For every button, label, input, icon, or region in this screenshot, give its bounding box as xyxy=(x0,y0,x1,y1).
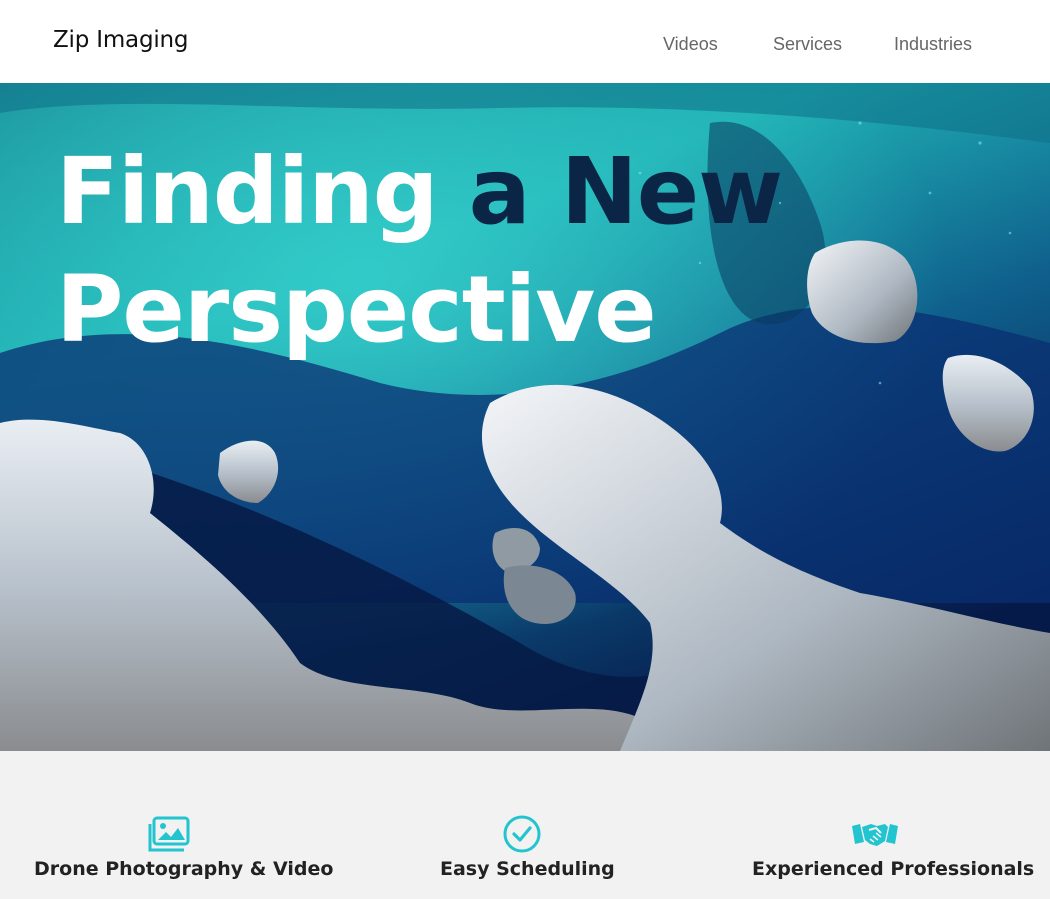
feature-experienced-professionals: Experienced Professionals xyxy=(752,814,1035,880)
feature-label: Experienced Professionals xyxy=(752,858,1035,880)
feature-label: Easy Scheduling xyxy=(440,858,615,880)
features-strip: Drone Photography & Video Easy Schedulin… xyxy=(0,751,1050,899)
hero-headline: Finding a New Perspective xyxy=(56,133,783,369)
headline-a-new: a New xyxy=(468,138,783,245)
check-circle-icon xyxy=(503,815,541,853)
nav-link-services[interactable]: Services xyxy=(773,34,842,55)
nav-link-videos[interactable]: Videos xyxy=(663,34,718,55)
headline-perspective: Perspective xyxy=(56,256,657,363)
feature-label: Drone Photography & Video xyxy=(34,858,334,880)
headline-finding: Finding xyxy=(56,138,439,245)
site-header: Zip Imaging Videos Services Industries xyxy=(0,0,1050,83)
handshake-icon xyxy=(852,824,898,846)
feature-drone-photography: Drone Photography & Video xyxy=(34,814,334,880)
hero-banner: Finding a New Perspective xyxy=(0,83,1050,751)
brand-logo-link[interactable]: Zip Imaging xyxy=(53,27,189,53)
nav-link-industries[interactable]: Industries xyxy=(894,34,972,55)
feature-easy-scheduling: Easy Scheduling xyxy=(440,814,615,880)
image-gallery-icon xyxy=(148,816,190,852)
